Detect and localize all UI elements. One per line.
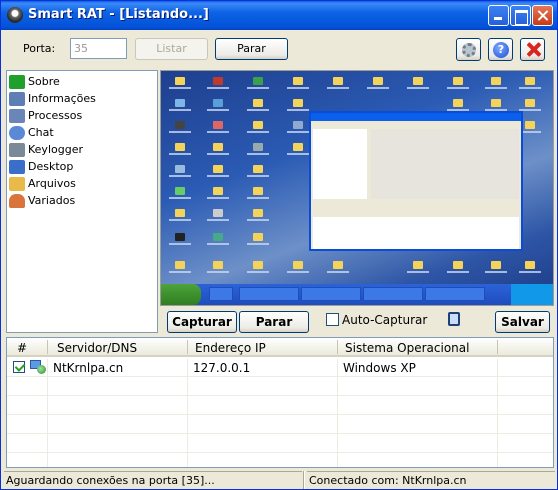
- menu-item-chat[interactable]: Chat: [9, 124, 54, 141]
- brazil-flag-icon: [9, 74, 25, 89]
- table-row: [7, 416, 553, 434]
- main-window: Smart RAT - [Listando...] Porta: 35 List…: [0, 0, 558, 490]
- menu-item-processos[interactable]: Processos: [9, 107, 82, 124]
- red-x-icon: [526, 42, 541, 57]
- cell-servidor: NtKrnlpa.cn: [53, 361, 124, 375]
- menu-item-label: Keylogger: [28, 143, 83, 156]
- status-separator: [303, 471, 305, 489]
- desktop-icon: [9, 159, 25, 174]
- menu-item-informacoes[interactable]: Informações: [9, 90, 96, 107]
- help-icon: ?: [493, 42, 509, 58]
- remote-window-thumbnail: [309, 111, 523, 251]
- settings-button[interactable]: [456, 38, 481, 61]
- menu-item-label: Chat: [28, 126, 54, 139]
- menu-item-label: Desktop: [28, 160, 74, 173]
- menu-item-label: Informações: [28, 92, 96, 105]
- column-header-servidor[interactable]: Servidor/DNS: [57, 341, 137, 355]
- porta-label: Porta:: [23, 42, 56, 55]
- help-button[interactable]: ?: [488, 38, 513, 61]
- parar-listen-button[interactable]: Parar: [215, 38, 288, 60]
- menu-item-arquivos[interactable]: Arquivos: [9, 175, 76, 192]
- function-menu: Sobre Informações Processos Chat Keylogg…: [6, 70, 158, 333]
- menu-item-keylogger[interactable]: Keylogger: [9, 141, 83, 158]
- column-header-number[interactable]: #: [17, 341, 27, 355]
- menu-item-label: Processos: [28, 109, 83, 122]
- connections-table: # Servidor/DNS Endereço IP Sistema Opera…: [6, 337, 554, 468]
- status-left: Aguardando conexões na porta [35]...: [4, 471, 302, 489]
- table-row: [7, 378, 553, 396]
- listar-button[interactable]: Listar: [135, 38, 208, 60]
- chat-icon: [9, 125, 25, 140]
- remote-desktop-image: [161, 71, 553, 305]
- computer-info-icon: [9, 91, 25, 106]
- table-row: [7, 397, 553, 415]
- menu-item-desktop[interactable]: Desktop: [9, 158, 73, 175]
- exit-button[interactable]: [520, 38, 545, 61]
- column-header-ip[interactable]: Endereço IP: [195, 341, 266, 355]
- network-computer-icon: [30, 359, 46, 375]
- auto-capturar-label: Auto-Capturar: [342, 313, 428, 327]
- parar-capture-button[interactable]: Parar: [239, 311, 309, 333]
- menu-item-label: Arquivos: [28, 177, 76, 190]
- maximize-button[interactable]: [510, 5, 531, 26]
- menu-item-label: Variados: [28, 194, 76, 207]
- column-header-so[interactable]: Sistema Operacional: [345, 341, 469, 355]
- porta-input[interactable]: 35: [70, 38, 127, 59]
- folder-icon: [9, 176, 25, 191]
- minimize-button[interactable]: [488, 5, 509, 26]
- remote-taskbar: [161, 284, 553, 305]
- table-header: # Servidor/DNS Endereço IP Sistema Opera…: [7, 338, 553, 357]
- gear-icon: [462, 43, 476, 57]
- close-window-button[interactable]: [532, 5, 553, 26]
- auto-capturar-checkbox[interactable]: [326, 313, 339, 326]
- user-icon: [9, 193, 25, 208]
- keyboard-icon: [9, 142, 25, 157]
- menu-item-variados[interactable]: Variados: [9, 192, 75, 209]
- row-checkbox[interactable]: [13, 361, 25, 373]
- cell-so: Windows XP: [343, 361, 416, 375]
- app-logo-icon: [7, 7, 23, 23]
- salvar-button[interactable]: Salvar: [495, 311, 550, 333]
- processes-icon: [9, 108, 25, 123]
- device-icon[interactable]: [448, 312, 460, 326]
- menu-item-sobre[interactable]: Sobre: [9, 73, 60, 90]
- cell-ip: 127.0.0.1: [193, 361, 251, 375]
- status-right: Conectado com: NtKrnlpa.cn: [307, 471, 555, 489]
- capturar-button[interactable]: Capturar: [167, 311, 237, 333]
- remote-desktop-preview[interactable]: [160, 70, 554, 306]
- window-title: Smart RAT - [Listando...]: [28, 7, 209, 22]
- table-row[interactable]: NtKrnlpa.cn 127.0.0.1 Windows XP: [7, 359, 553, 377]
- table-row: [7, 435, 553, 453]
- title-bar[interactable]: Smart RAT - [Listando...]: [1, 1, 557, 30]
- menu-item-label: Sobre: [28, 75, 60, 88]
